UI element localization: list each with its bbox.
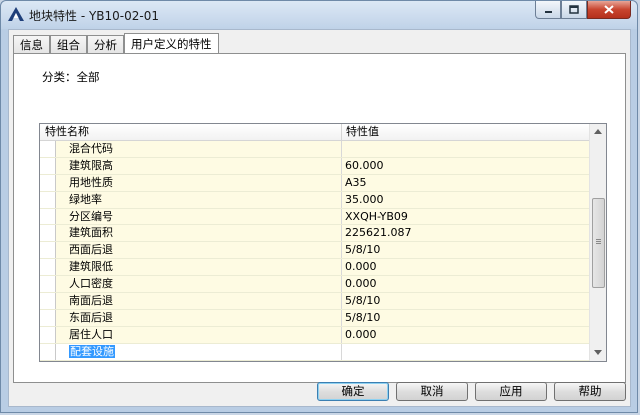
close-button[interactable] (587, 1, 631, 19)
table-row[interactable]: 居住人口 0.000 (40, 326, 590, 344)
table-row[interactable]: 用地性质 A35 (40, 174, 590, 192)
table-row[interactable]: 南面后退 5/8/10 (40, 293, 590, 310)
minimize-button[interactable] (535, 1, 561, 19)
restore-button[interactable] (561, 1, 587, 19)
ok-button[interactable]: 确定 (317, 382, 389, 401)
scrollbar-thumb[interactable] (592, 198, 605, 288)
column-separator[interactable] (341, 124, 342, 140)
scroll-down-button[interactable] (590, 345, 606, 361)
autocad-app-icon (8, 7, 24, 21)
grip-line (596, 239, 601, 240)
minimize-icon (544, 11, 552, 13)
table-row[interactable]: 建筑限高 60.000 (40, 157, 590, 175)
property-name: 建筑限高 (55, 157, 342, 174)
property-name: 混合代码 (55, 141, 342, 157)
tab-panel: 分类：全部 特性名称 特性值 混合代码 建筑限高 60.000 用地性质 A35 绿… (13, 53, 626, 383)
window-controls (535, 1, 631, 21)
selected-property-label: 配套设施 (69, 344, 115, 358)
property-name: 居住人口 (55, 326, 342, 343)
property-name: 南面后退 (55, 293, 342, 309)
chevron-down-icon (594, 350, 602, 355)
property-value[interactable]: 5/8/10 (342, 242, 590, 259)
property-name: 东面后退 (55, 309, 342, 326)
dialog-body: 信息 组合 分析 用户定义的特性 分类：全部 特性名称 特性值 混合代码 建筑限… (8, 29, 631, 407)
property-value[interactable] (342, 343, 590, 360)
property-name: 建筑面积 (55, 225, 342, 242)
tab-strip: 信息 组合 分析 用户定义的特性 (13, 33, 219, 54)
vertical-scrollbar[interactable] (589, 124, 606, 361)
grid-rows: 混合代码 建筑限高 60.000 用地性质 A35 绿地率 35.000 分区编号 XX… (40, 141, 590, 361)
table-row-selected[interactable]: 配套设施 (40, 343, 590, 361)
table-row[interactable]: 分区编号 XXQH-YB09 (40, 208, 590, 226)
table-row[interactable]: 建筑限低 0.000 (40, 259, 590, 277)
property-name: 建筑限低 (55, 259, 342, 276)
close-icon (604, 5, 614, 14)
property-name: 西面后退 (55, 242, 342, 259)
restore-icon (569, 5, 579, 14)
property-name: 人口密度 (55, 276, 342, 293)
grip-line (596, 243, 601, 244)
table-row[interactable]: 绿地率 35.000 (40, 191, 590, 209)
property-value[interactable]: 0.000 (342, 276, 590, 293)
property-value[interactable]: 5/8/10 (342, 293, 590, 309)
column-header-name[interactable]: 特性名称 (45, 124, 89, 140)
grip-line (596, 241, 601, 242)
cancel-button[interactable]: 取消 (396, 382, 468, 401)
table-row[interactable]: 人口密度 0.000 (40, 276, 590, 294)
column-header-value[interactable]: 特性值 (346, 124, 379, 140)
property-name: 分区编号 (55, 208, 342, 225)
tab-user-properties[interactable]: 用户定义的特性 (124, 33, 219, 54)
table-row[interactable]: 西面后退 5/8/10 (40, 242, 590, 260)
category-label: 分类：全部 (42, 70, 100, 84)
title-bar[interactable]: 地块特性 - YB10-02-01 (1, 1, 637, 29)
table-row[interactable]: 建筑面积 225621.087 (40, 225, 590, 243)
property-name: 配套设施 (55, 343, 342, 360)
property-value[interactable] (342, 141, 590, 157)
grid-header: 特性名称 特性值 (40, 124, 590, 141)
chevron-up-icon (594, 129, 602, 134)
property-value[interactable]: 35.000 (342, 191, 590, 208)
property-value[interactable]: 0.000 (342, 326, 590, 343)
property-value[interactable]: 5/8/10 (342, 309, 590, 326)
property-value[interactable]: A35 (342, 174, 590, 191)
table-row[interactable]: 东面后退 5/8/10 (40, 309, 590, 327)
tab-group[interactable]: 组合 (50, 35, 87, 54)
property-grid: 特性名称 特性值 混合代码 建筑限高 60.000 用地性质 A35 绿地率 35.0… (39, 123, 607, 362)
apply-button[interactable]: 应用 (475, 382, 547, 401)
tab-info[interactable]: 信息 (13, 35, 50, 54)
help-button[interactable]: 帮助 (554, 382, 626, 401)
scroll-up-button[interactable] (590, 124, 606, 140)
window-title: 地块特性 - YB10-02-01 (29, 9, 159, 23)
dialog-window: 地块特性 - YB10-02-01 信息 组合 分析 用户定义的特性 分类：全部 (0, 0, 638, 413)
property-value[interactable]: XXQH-YB09 (342, 208, 590, 225)
table-row[interactable]: 混合代码 (40, 141, 590, 158)
property-value[interactable]: 0.000 (342, 259, 590, 276)
property-name: 用地性质 (55, 174, 342, 191)
property-value[interactable]: 225621.087 (342, 225, 590, 242)
tab-analysis[interactable]: 分析 (87, 35, 124, 54)
property-name: 绿地率 (55, 191, 342, 208)
property-value[interactable]: 60.000 (342, 157, 590, 174)
